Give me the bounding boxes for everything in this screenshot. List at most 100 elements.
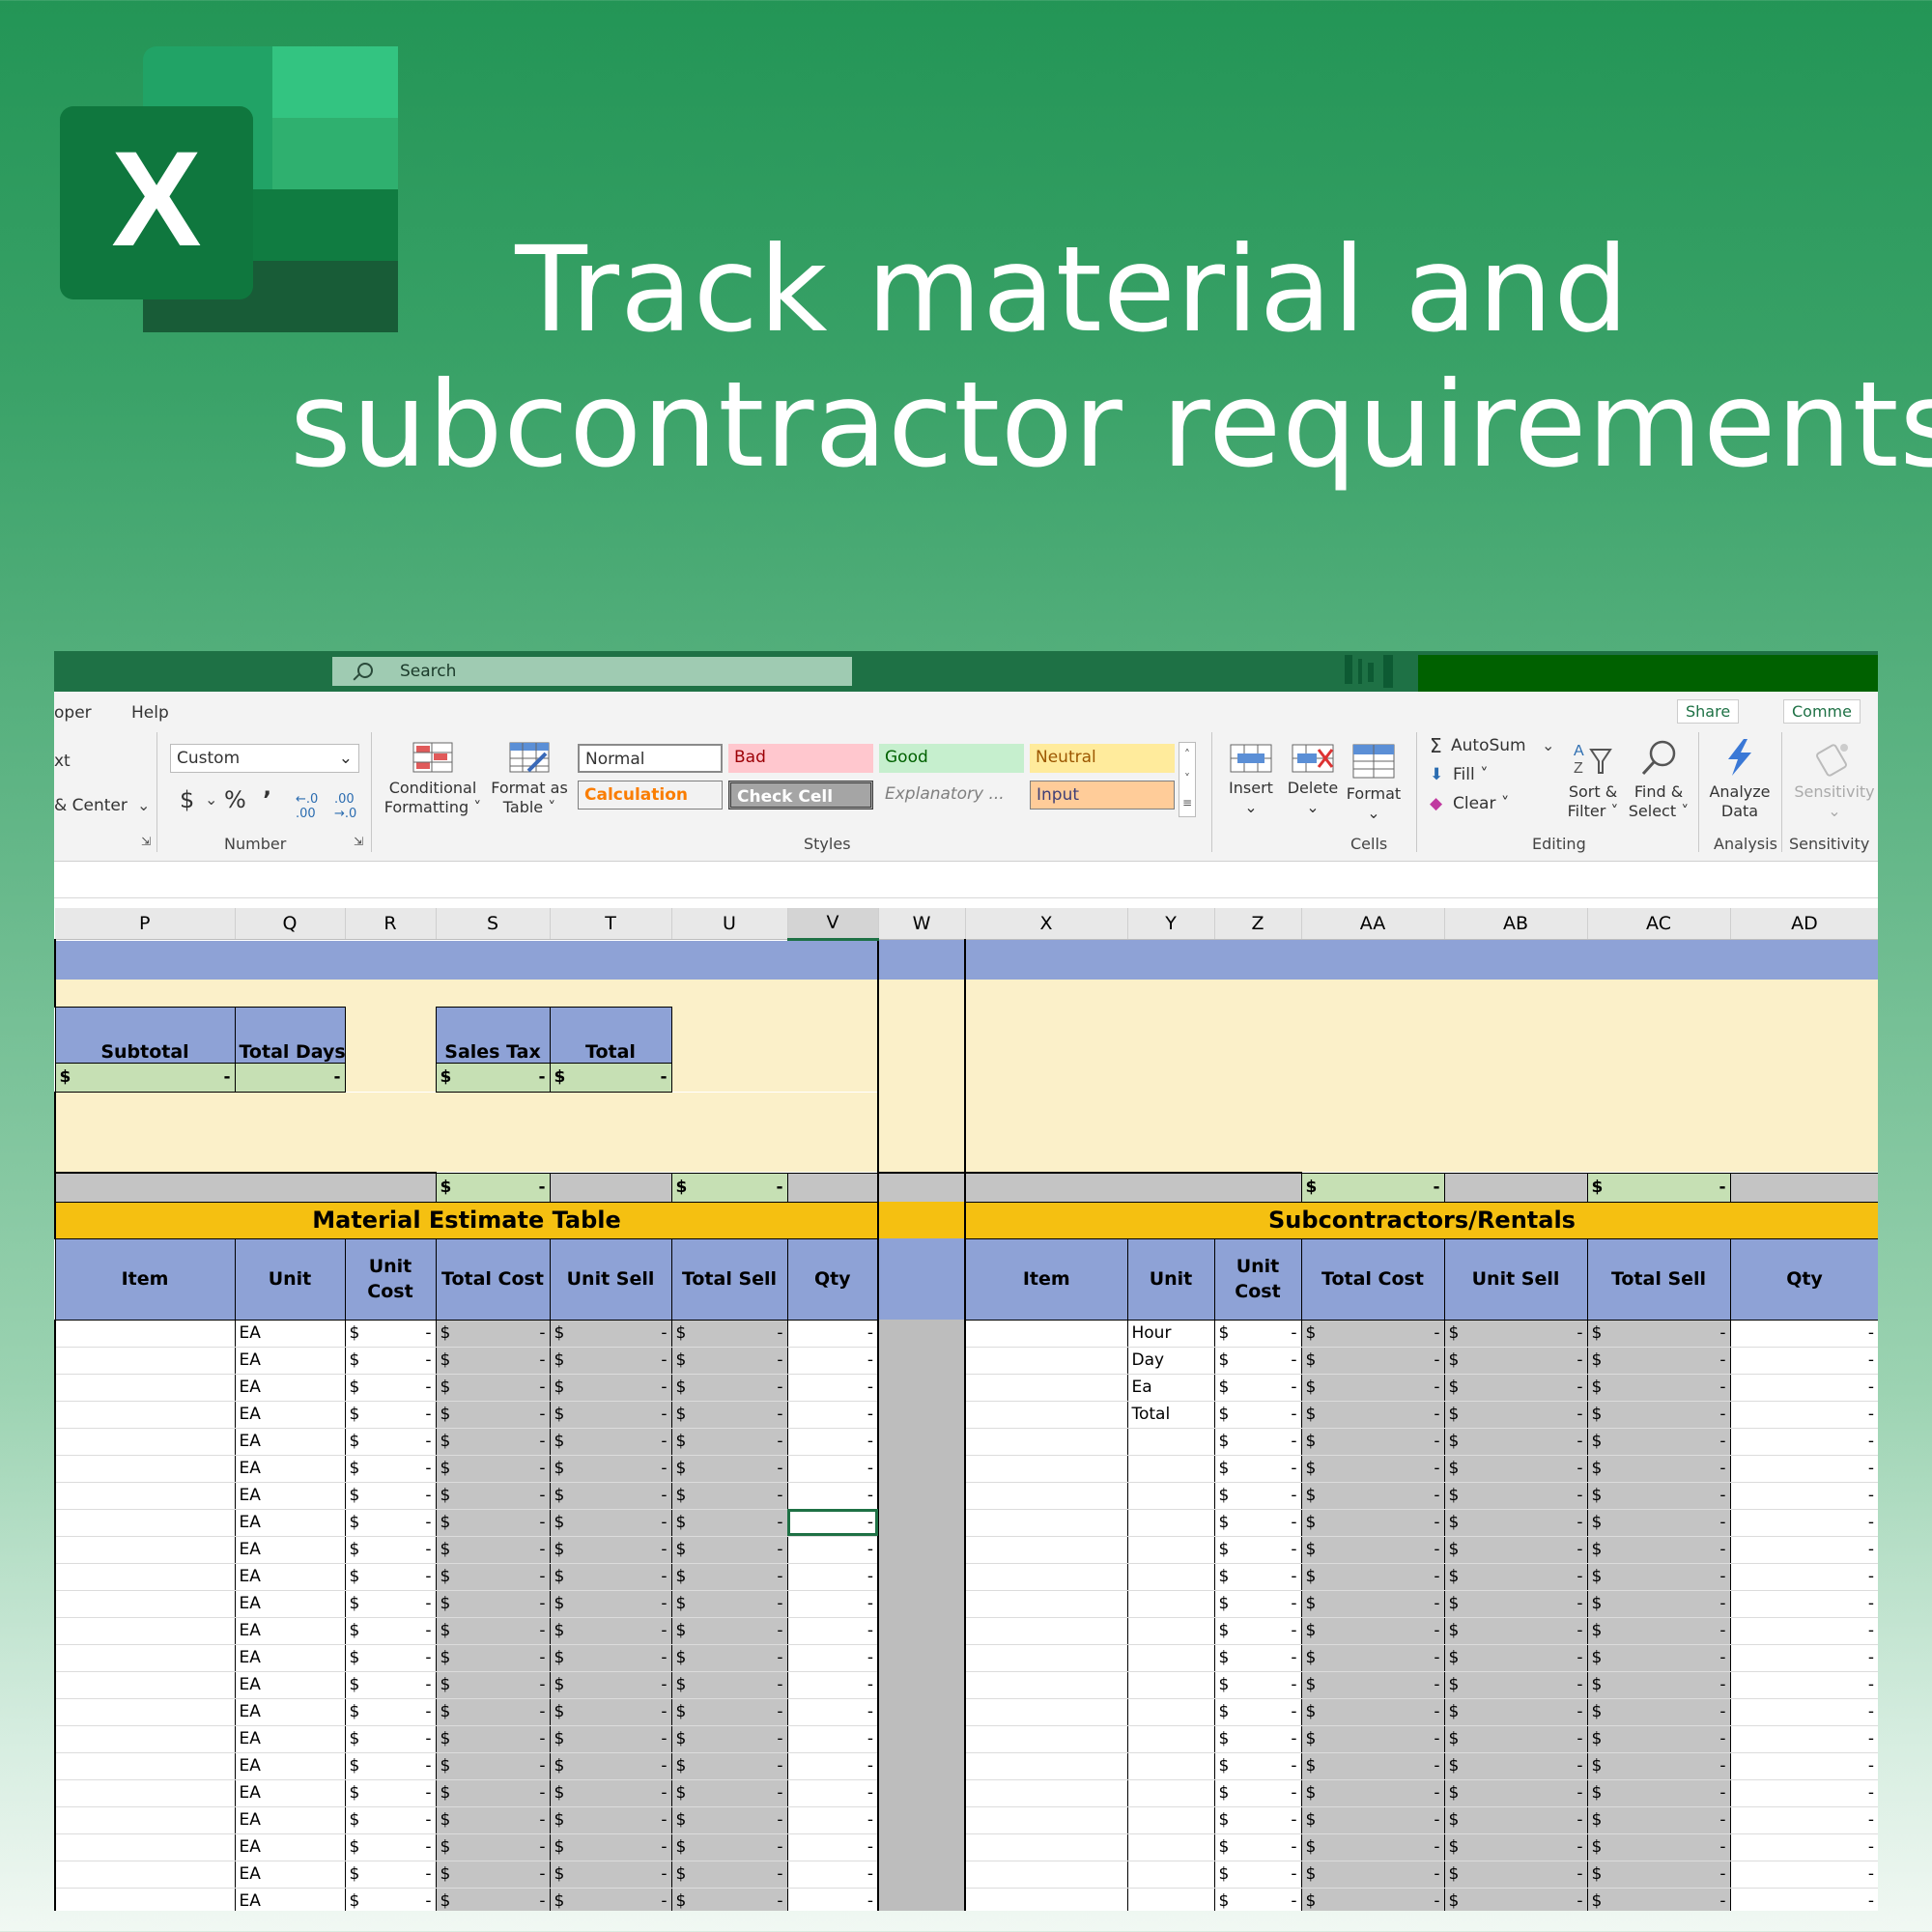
material-total-cost-cell[interactable]: $ - bbox=[436, 1698, 551, 1726]
sub-unit-sell-cell[interactable]: $ - bbox=[1444, 1617, 1588, 1645]
material-total-sell-cell[interactable]: $ - bbox=[671, 1644, 788, 1672]
sub-item-cell[interactable] bbox=[965, 1320, 1128, 1348]
styles-scroll[interactable]: ˄ ˅ ≡ bbox=[1179, 742, 1196, 817]
material-unit-cost-cell[interactable]: $ - bbox=[345, 1833, 437, 1861]
sub-item-cell[interactable] bbox=[965, 1698, 1128, 1726]
material-qty-cell[interactable]: - bbox=[787, 1779, 878, 1807]
sub-unit-sell-cell[interactable]: $ - bbox=[1444, 1698, 1588, 1726]
material-unit-cell[interactable]: EA bbox=[235, 1698, 346, 1726]
material-total-sell-cell[interactable]: $ - bbox=[671, 1888, 788, 1911]
sub-total-sell-cell[interactable]: $ - bbox=[1587, 1779, 1731, 1807]
material-total-sell-cell[interactable]: $ - bbox=[671, 1833, 788, 1861]
sub-item-cell[interactable] bbox=[965, 1888, 1128, 1911]
sub-unit-cell[interactable] bbox=[1127, 1644, 1215, 1672]
autosum-icon[interactable]: Σ bbox=[1430, 734, 1442, 757]
material-item-cell[interactable] bbox=[54, 1888, 236, 1911]
column-header-v[interactable]: V bbox=[787, 908, 879, 941]
material-unit-sell-cell[interactable]: $ - bbox=[550, 1482, 672, 1510]
number-format-select[interactable]: Custom ⌄ bbox=[170, 744, 359, 773]
sub-total-sell-cell[interactable]: $ - bbox=[1587, 1617, 1731, 1645]
sub-unit-sell-cell[interactable]: $ - bbox=[1444, 1482, 1588, 1510]
sub-total-cost-cell[interactable]: $ - bbox=[1301, 1563, 1445, 1591]
sub-item-cell[interactable] bbox=[965, 1861, 1128, 1889]
material-unit-sell-cell[interactable]: $ - bbox=[550, 1725, 672, 1753]
column-header-ac[interactable]: AC bbox=[1587, 908, 1731, 940]
material-unit-sell-cell[interactable]: $ - bbox=[550, 1590, 672, 1618]
sub-total-sell-cell[interactable]: $ - bbox=[1587, 1347, 1731, 1375]
material-qty-cell[interactable]: - bbox=[787, 1590, 878, 1618]
formula-bar[interactable] bbox=[54, 866, 1878, 898]
material-item-cell[interactable] bbox=[54, 1671, 236, 1699]
sub-unit-cost-cell[interactable]: $ - bbox=[1214, 1482, 1302, 1510]
style-input[interactable]: Input bbox=[1030, 781, 1175, 810]
sub-unit-cell[interactable] bbox=[1127, 1779, 1215, 1807]
material-unit-sell-cell[interactable]: $ - bbox=[550, 1374, 672, 1402]
sub-qty-cell[interactable]: - bbox=[1730, 1779, 1878, 1807]
sub-total-sell-cell[interactable]: $ - bbox=[1587, 1320, 1731, 1348]
sub-unit-cell[interactable] bbox=[1127, 1590, 1215, 1618]
material-unit-sell-cell[interactable]: $ - bbox=[550, 1644, 672, 1672]
sub-qty-cell[interactable]: - bbox=[1730, 1347, 1878, 1375]
sub-total-sell-cell[interactable]: $ - bbox=[1587, 1725, 1731, 1753]
sub-unit-cost-cell[interactable]: $ - bbox=[1214, 1455, 1302, 1483]
sub-unit-cell[interactable] bbox=[1127, 1861, 1215, 1889]
material-qty-cell[interactable]: - bbox=[787, 1320, 878, 1348]
material-total-cost-cell[interactable]: $ - bbox=[436, 1482, 551, 1510]
material-qty-cell[interactable]: - bbox=[787, 1455, 878, 1483]
material-unit-sell-cell[interactable]: $ - bbox=[550, 1563, 672, 1591]
material-unit-cost-cell[interactable]: $ - bbox=[345, 1455, 437, 1483]
autosum-dropdown-icon[interactable]: ⌄ bbox=[1542, 736, 1554, 754]
sub-total-cost-cell[interactable]: $ - bbox=[1301, 1590, 1445, 1618]
sub-total-sell-cell[interactable]: $ - bbox=[1587, 1374, 1731, 1402]
material-total-sell-cell[interactable]: $ - bbox=[671, 1563, 788, 1591]
material-total-sell-cell[interactable]: $ - bbox=[671, 1698, 788, 1726]
material-unit-cell[interactable]: EA bbox=[235, 1347, 346, 1375]
material-qty-cell[interactable]: - bbox=[787, 1617, 878, 1645]
sub-unit-cost-cell[interactable]: $ - bbox=[1214, 1725, 1302, 1753]
material-total-sell-cell[interactable]: $ - bbox=[671, 1509, 788, 1537]
style-bad[interactable]: Bad bbox=[728, 744, 873, 773]
sub-unit-sell-cell[interactable]: $ - bbox=[1444, 1671, 1588, 1699]
fill-icon[interactable]: ⬇ bbox=[1430, 765, 1443, 784]
sub-unit-sell-cell[interactable]: $ - bbox=[1444, 1428, 1588, 1456]
material-item-cell[interactable] bbox=[54, 1725, 236, 1753]
sub-unit-cell[interactable] bbox=[1127, 1509, 1215, 1537]
style-normal[interactable]: Normal bbox=[578, 744, 723, 773]
sub-total-sell-cell[interactable]: $ - bbox=[1587, 1833, 1731, 1861]
material-unit-sell-cell[interactable]: $ - bbox=[550, 1806, 672, 1834]
sub-total-cost-cell[interactable]: $ - bbox=[1301, 1725, 1445, 1753]
sub-item-cell[interactable] bbox=[965, 1590, 1128, 1618]
sub-unit-cost-cell[interactable]: $ - bbox=[1214, 1806, 1302, 1834]
column-header-ad[interactable]: AD bbox=[1730, 908, 1878, 940]
column-header-ab[interactable]: AB bbox=[1444, 908, 1588, 940]
column-header-s[interactable]: S bbox=[436, 908, 551, 940]
material-unit-cost-cell[interactable]: $ - bbox=[345, 1671, 437, 1699]
increase-decimal-icon[interactable]: ←.0.00 bbox=[296, 792, 318, 821]
sub-total-sell-cell[interactable]: $ - bbox=[1587, 1888, 1731, 1911]
format-cells-button[interactable]: Format ⌄ bbox=[1343, 744, 1405, 823]
number-launcher-icon[interactable]: ⇲ bbox=[354, 835, 363, 848]
material-unit-cost-cell[interactable]: $ - bbox=[345, 1617, 437, 1645]
sub-qty-cell[interactable]: - bbox=[1730, 1644, 1878, 1672]
material-unit-sell-cell[interactable]: $ - bbox=[550, 1347, 672, 1375]
material-qty-cell[interactable]: - bbox=[787, 1806, 878, 1834]
sub-total-cost-cell[interactable]: $ - bbox=[1301, 1347, 1445, 1375]
sub-item-cell[interactable] bbox=[965, 1671, 1128, 1699]
wrap-text-button[interactable]: xt bbox=[54, 752, 71, 771]
material-unit-sell-cell[interactable]: $ - bbox=[550, 1779, 672, 1807]
sub-qty-cell[interactable]: - bbox=[1730, 1563, 1878, 1591]
material-unit-cell[interactable]: EA bbox=[235, 1428, 346, 1456]
material-unit-cell[interactable]: EA bbox=[235, 1779, 346, 1807]
sub-unit-cell[interactable] bbox=[1127, 1482, 1215, 1510]
sub-item-cell[interactable] bbox=[965, 1347, 1128, 1375]
sales-tax-value[interactable]: $ - bbox=[435, 1062, 551, 1093]
material-unit-sell-cell[interactable]: $ - bbox=[550, 1401, 672, 1429]
material-total-cost-cell[interactable]: $ - bbox=[436, 1590, 551, 1618]
material-item-cell[interactable] bbox=[54, 1833, 236, 1861]
material-unit-cell[interactable]: EA bbox=[235, 1536, 346, 1564]
sub-unit-sell-cell[interactable]: $ - bbox=[1444, 1590, 1588, 1618]
material-total-cost-cell[interactable]: $ - bbox=[436, 1347, 551, 1375]
material-total-cost-cell[interactable]: $ - bbox=[436, 1374, 551, 1402]
sub-unit-cost-cell[interactable]: $ - bbox=[1214, 1671, 1302, 1699]
sub-total-sell-cell[interactable]: $ - bbox=[1587, 1482, 1731, 1510]
